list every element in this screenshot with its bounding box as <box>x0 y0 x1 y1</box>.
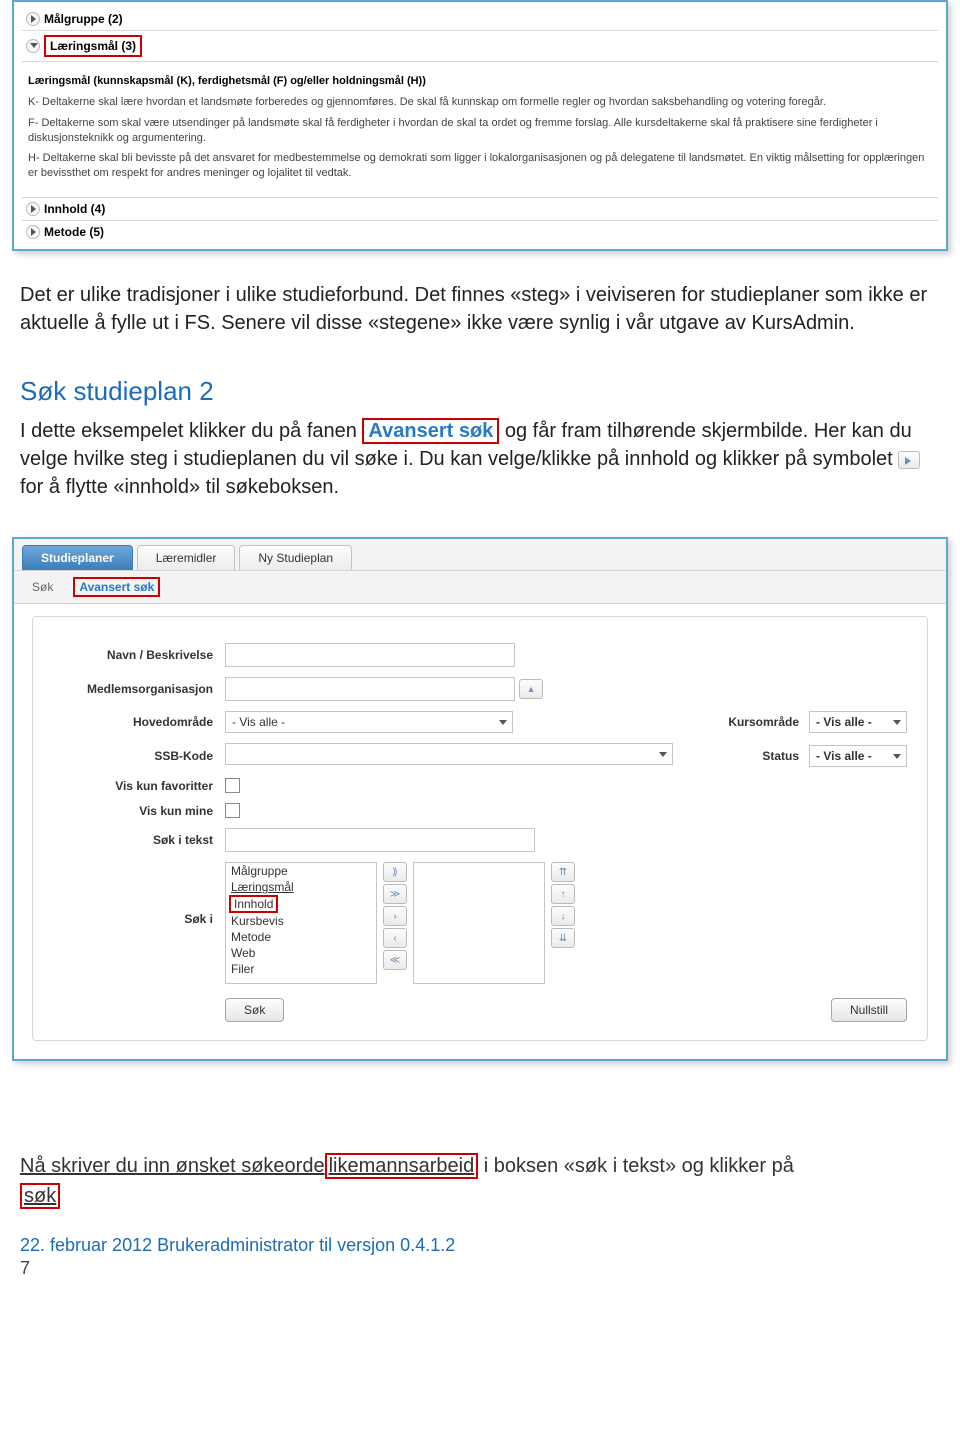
target-listbox[interactable] <box>413 862 545 984</box>
page-footer: 22. februar 2012 Brukeradministrator til… <box>20 1235 940 1256</box>
chevron-right-icon <box>26 12 40 26</box>
para2-after: for å flytte «innhold» til søkeboksen. <box>20 476 339 498</box>
accordion-row-laeringsmal[interactable]: Læringsmål (3) <box>22 31 938 62</box>
content-f: F- Deltakerne som skal være utsendinger … <box>28 116 932 146</box>
bottom-highlight: likemannsarbeid <box>325 1153 479 1179</box>
move-all-left-icon[interactable]: ≪ <box>383 950 407 970</box>
accordion-label: Metode (5) <box>44 225 104 239</box>
bottom-mid: i boksen «søk i tekst» og klikker på <box>478 1155 794 1177</box>
move-bottom-icon[interactable]: ⇊ <box>551 928 575 948</box>
move-right-icon[interactable] <box>898 451 920 469</box>
content-h: H- Deltakerne skal bli bevisste på det a… <box>28 151 932 181</box>
list-item[interactable]: Kursbevis <box>226 913 376 929</box>
label-name-desc: Navn / Beskrivelse <box>53 648 225 662</box>
list-item[interactable]: Metode <box>226 929 376 945</box>
label-status: Status <box>762 749 799 763</box>
move-up-icon[interactable]: ↑ <box>551 884 575 904</box>
label-sok-i: Søk i <box>53 862 225 926</box>
content-title: Læringsmål (kunnskapsmål (K), ferdighets… <box>28 75 426 87</box>
tabs-top: Studieplaner Læremidler Ny Studieplan <box>14 539 946 571</box>
chevron-down-icon <box>26 39 40 53</box>
chevron-right-icon <box>26 225 40 239</box>
chevron-up-icon[interactable]: ▴ <box>519 679 543 699</box>
status-select[interactable]: - Vis alle - <box>809 745 907 767</box>
move-all-right-icon[interactable]: ⟫ <box>383 862 407 882</box>
move-single-right-icon[interactable]: › <box>383 906 407 926</box>
tab-laeremidler[interactable]: Læremidler <box>137 545 236 570</box>
sok-tekst-input[interactable] <box>225 828 535 852</box>
source-listbox[interactable]: Målgruppe Læringsmål Innhold Kursbevis M… <box>225 862 377 984</box>
list-item-innhold[interactable]: Innhold <box>229 895 278 913</box>
list-item[interactable]: Målgruppe <box>226 863 376 879</box>
search-panel: Studieplaner Læremidler Ny Studieplan Sø… <box>12 537 948 1061</box>
favoritter-checkbox[interactable] <box>225 778 240 793</box>
paragraph-1: Det er ulike tradisjoner i ulike studief… <box>20 281 940 337</box>
label-ssb: SSB-Kode <box>53 749 225 763</box>
content-k: K- Deltakerne skal lære hvordan et lands… <box>28 95 932 110</box>
paragraph-2: I dette eksempelet klikker du på fanen A… <box>20 417 940 501</box>
bottom-before: Nå skriver du inn ønsket søkeorde <box>20 1155 325 1177</box>
chevron-right-icon <box>26 202 40 216</box>
tab-ny-studieplan[interactable]: Ny Studieplan <box>239 545 352 570</box>
para2-before: I dette eksempelet klikker du på fanen <box>20 420 362 442</box>
list-item[interactable]: Web <box>226 945 376 961</box>
bottom-sok: søk <box>20 1183 60 1209</box>
label-member-org: Medlemsorganisasjon <box>53 682 225 696</box>
move-single-left-icon[interactable]: ‹ <box>383 928 407 948</box>
label-hovedomrade: Hovedområde <box>53 715 225 729</box>
select-value: - Vis alle - <box>816 749 872 763</box>
kursomrade-select[interactable]: - Vis alle - <box>809 711 907 733</box>
bottom-paragraph: Nå skriver du inn ønsket søkeordelikeman… <box>20 1151 940 1211</box>
subtab-sok[interactable]: Søk <box>32 580 53 594</box>
label-sok-tekst: Søk i tekst <box>53 833 225 847</box>
accordion-content: Læringsmål (kunnskapsmål (K), ferdighets… <box>22 62 938 198</box>
hovedomrade-select[interactable]: - Vis alle - <box>225 711 513 733</box>
mine-checkbox[interactable] <box>225 803 240 818</box>
label-kursomrade: Kursområde <box>728 715 799 729</box>
sok-button[interactable]: Søk <box>225 998 284 1022</box>
section-heading: Søk studieplan 2 <box>20 373 940 409</box>
accordion-row-malgruppe[interactable]: Målgruppe (2) <box>22 8 938 31</box>
list-item[interactable]: Filer <box>226 961 376 977</box>
ssb-select[interactable] <box>225 743 673 765</box>
accordion-label: Innhold (4) <box>44 202 105 216</box>
list-item[interactable]: Læringsmål <box>226 879 376 895</box>
subtab-avansert-sok[interactable]: Avansert søk <box>73 577 160 597</box>
member-org-input[interactable] <box>225 677 515 701</box>
move-down-icon[interactable]: ↓ <box>551 906 575 926</box>
name-desc-input[interactable] <box>225 643 515 667</box>
accordion-row-metode[interactable]: Metode (5) <box>22 221 938 243</box>
select-value: - Vis alle - <box>232 715 285 729</box>
accordion-row-innhold[interactable]: Innhold (4) <box>22 198 938 221</box>
accordion-panel: Målgruppe (2) Læringsmål (3) Læringsmål … <box>12 0 948 251</box>
tab-studieplaner[interactable]: Studieplaner <box>22 545 133 570</box>
accordion-label: Målgruppe (2) <box>44 12 123 26</box>
select-value: - Vis alle - <box>816 715 872 729</box>
label-kun-mine: Vis kun mine <box>53 804 225 818</box>
move-right-icon[interactable]: ≫ <box>383 884 407 904</box>
move-top-icon[interactable]: ⇈ <box>551 862 575 882</box>
page-number: 7 <box>20 1258 940 1279</box>
subtabs: Søk Avansert søk <box>14 571 946 604</box>
nullstill-button[interactable]: Nullstill <box>831 998 907 1022</box>
accordion-label: Læringsmål (3) <box>44 35 142 57</box>
avansert-sok-link[interactable]: Avansert søk <box>362 418 499 444</box>
label-kun-favoritter: Vis kun favoritter <box>53 779 225 793</box>
